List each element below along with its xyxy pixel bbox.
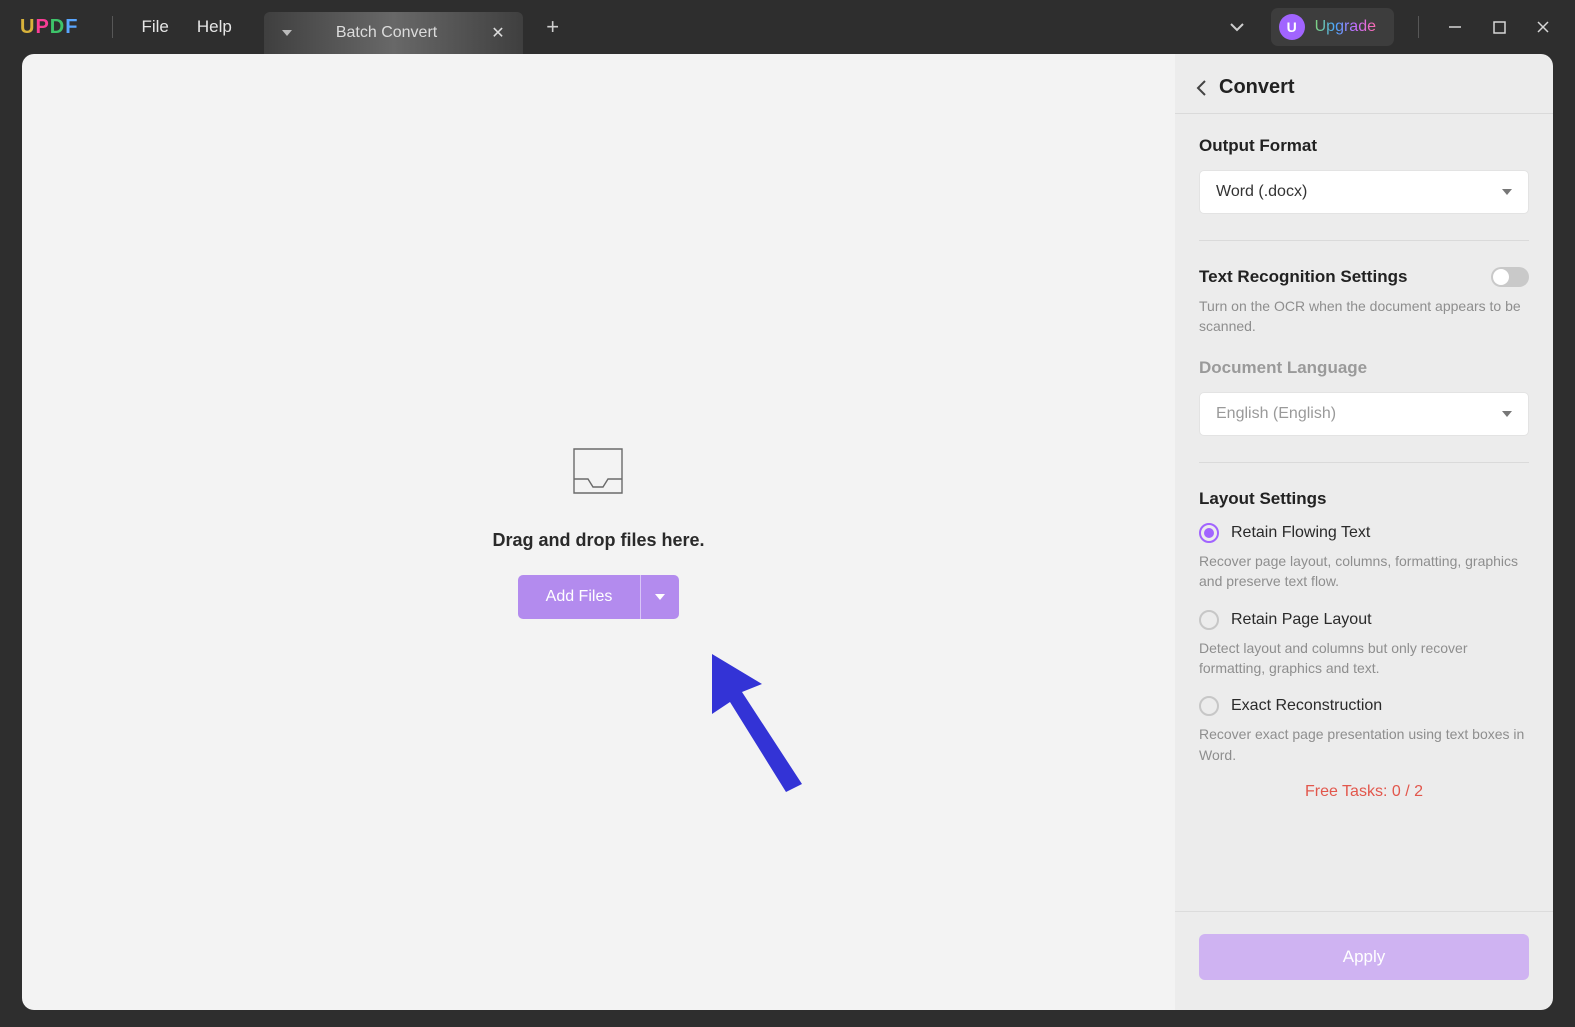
apply-label: Apply <box>1343 947 1386 967</box>
output-format-label: Output Format <box>1199 136 1529 156</box>
divider <box>112 16 113 38</box>
radio-icon <box>1199 696 1219 716</box>
chevron-down-icon <box>1502 189 1512 195</box>
layout-settings-label: Layout Settings <box>1199 489 1529 509</box>
tab-close-icon[interactable]: ✕ <box>491 23 504 43</box>
maximize-icon <box>1493 21 1506 34</box>
add-files-dropdown[interactable] <box>641 594 679 600</box>
app-logo: UPDF <box>0 16 98 39</box>
new-tab-button[interactable]: + <box>535 9 571 45</box>
sidebar-footer: Apply <box>1175 911 1553 1010</box>
ocr-label: Text Recognition Settings <box>1199 267 1407 287</box>
dropzone-label: Drag and drop files here. <box>492 530 704 551</box>
add-files-label: Add Files <box>518 575 642 619</box>
output-format-value: Word (.docx) <box>1216 183 1307 201</box>
back-button[interactable] <box>1195 79 1209 97</box>
divider <box>1199 240 1529 241</box>
layout-option-page[interactable]: Retain Page Layout <box>1199 610 1529 630</box>
titlebar-right: U Upgrade <box>1219 0 1575 54</box>
add-files-button[interactable]: Add Files <box>518 575 680 619</box>
window-close-button[interactable] <box>1521 5 1565 49</box>
doc-language-value: English (English) <box>1216 405 1336 423</box>
window-maximize-button[interactable] <box>1477 5 1521 49</box>
window-minimize-button[interactable] <box>1433 5 1477 49</box>
layout-option-exact[interactable]: Exact Reconstruction <box>1199 696 1529 716</box>
radio-icon <box>1199 610 1219 630</box>
layout-option-label: Retain Page Layout <box>1231 611 1372 629</box>
layout-option-desc: Recover exact page presentation using te… <box>1199 724 1529 765</box>
divider <box>1199 462 1529 463</box>
layout-option-label: Exact Reconstruction <box>1231 697 1382 715</box>
menu-file[interactable]: File <box>127 17 182 37</box>
tab-dropdown-icon[interactable] <box>282 30 292 36</box>
main-dropzone-panel: Drag and drop files here. Add Files <box>22 54 1175 1010</box>
sidebar-title: Convert <box>1219 76 1295 99</box>
app-window: UPDF File Help Batch Convert ✕ + U Upgra… <box>0 0 1575 1027</box>
ocr-row: Text Recognition Settings <box>1199 267 1529 287</box>
layout-option-flowing[interactable]: Retain Flowing Text <box>1199 523 1529 543</box>
apply-button[interactable]: Apply <box>1199 934 1529 980</box>
inbox-icon <box>568 445 628 506</box>
chevron-down-icon <box>1229 19 1245 35</box>
divider <box>1418 16 1419 38</box>
radio-icon <box>1199 523 1219 543</box>
tab-label: Batch Convert <box>306 24 477 42</box>
annotation-cursor-arrow <box>702 644 842 799</box>
chevron-down-icon <box>1502 411 1512 417</box>
output-format-select[interactable]: Word (.docx) <box>1199 170 1529 214</box>
user-avatar: U <box>1279 14 1305 40</box>
doc-language-label: Document Language <box>1199 358 1529 378</box>
layout-option-desc: Recover page layout, columns, formatting… <box>1199 551 1529 592</box>
tabs-overflow-button[interactable] <box>1219 9 1255 45</box>
dropzone[interactable]: Drag and drop files here. Add Files <box>492 445 704 619</box>
upgrade-button[interactable]: U Upgrade <box>1271 8 1394 46</box>
sidebar-header: Convert <box>1175 54 1553 114</box>
sidebar-body: Output Format Word (.docx) Text Recognit… <box>1175 114 1553 911</box>
content-area: Drag and drop files here. Add Files Conv… <box>22 54 1553 1010</box>
close-icon <box>1536 20 1550 34</box>
layout-option-desc: Detect layout and columns but only recov… <box>1199 638 1529 679</box>
convert-sidebar: Convert Output Format Word (.docx) Text … <box>1175 54 1553 1010</box>
tab-batch-convert[interactable]: Batch Convert ✕ <box>264 12 523 54</box>
free-tasks-counter: Free Tasks: 0 / 2 <box>1199 783 1529 801</box>
tab-bar: Batch Convert ✕ + <box>264 0 571 54</box>
layout-option-label: Retain Flowing Text <box>1231 524 1370 542</box>
menu-help[interactable]: Help <box>183 17 246 37</box>
upgrade-label: Upgrade <box>1315 18 1376 36</box>
doc-language-select: English (English) <box>1199 392 1529 436</box>
ocr-toggle[interactable] <box>1491 267 1529 287</box>
titlebar: UPDF File Help Batch Convert ✕ + U Upgra… <box>0 0 1575 54</box>
ocr-description: Turn on the OCR when the document appear… <box>1199 297 1529 336</box>
chevron-left-icon <box>1195 79 1209 97</box>
minimize-icon <box>1448 20 1462 34</box>
